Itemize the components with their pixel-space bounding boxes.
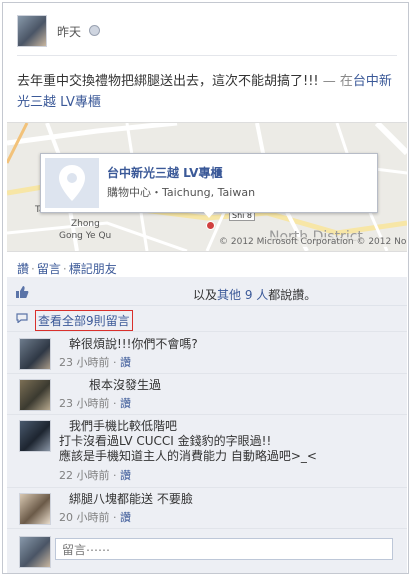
commenter-avatar[interactable] [19,420,51,452]
like-suffix: 都說讚。 [268,288,317,302]
location-prefix: — 在 [318,74,353,89]
comment-line: 我們手機比較低階吧 [69,419,178,433]
comment-text: 幹很煩說!!!你們不會嗎? [59,337,198,352]
place-title[interactable]: 台中新光三越 LV專櫃 [107,164,222,181]
comment-item: 我們手機比較低階吧 打卡沒看過LV CUCCI 金錢豹的字眼過!! 應該是手機知… [7,415,407,488]
comment-text: 我們手機比較低階吧 打卡沒看過LV CUCCI 金錢豹的字眼過!! 應該是手機知… [59,419,317,464]
post-timestamp[interactable]: 昨天 [57,23,81,40]
comment-like-link[interactable]: 讚 [120,511,131,524]
feedback-panel: 以及其他 9 人都說讚。 查看全部9則留言 幹很煩說!!!你們不會嗎? 23 小… [7,277,407,573]
comment-line: 打卡沒看過LV CUCCI 金錢豹的字眼過!! [59,434,272,448]
comment-text: 綁腿八塊都能送 不要臉 [59,492,193,507]
comment-time[interactable]: 23 小時前 [59,356,110,369]
like-summary: 以及其他 9 人都說讚。 [7,281,407,306]
comment-time[interactable]: 23 小時前 [59,397,110,410]
comment-link[interactable]: 留言 [37,262,61,276]
place-popup[interactable]: 台中新光三越 LV專櫃 購物中心・Taichung, Taiwan [40,153,378,213]
comment-input[interactable]: 留言⋯⋯ [55,538,393,560]
thumbs-up-icon [16,286,29,298]
location-map[interactable]: Tai Zhong Gong Ye Qu Shi 8 North Distric… [7,122,407,252]
comment-line: 綁腿八塊都能送 不要臉 [69,492,193,506]
map-pin-icon [45,158,99,208]
like-prefix: 以及 [193,288,218,302]
map-marker[interactable] [206,221,215,230]
like-summary-text: 以及其他 9 人都說讚。 [193,286,316,303]
comment-line: 幹很煩說!!!你們不會嗎? [69,337,198,351]
popup-pointer [202,210,216,218]
view-all-comments-link[interactable]: 查看全部9則留言 [35,310,133,331]
comment-line: 根本沒發生過 [89,378,162,392]
commenter-avatar[interactable] [19,379,51,411]
comment-meta: 23 小時前 · 讚 [59,397,131,410]
map-copyright: © 2012 Microsoft Corporation © 2012 Noki… [219,237,407,247]
comment-composer: 留言⋯⋯ [7,529,407,573]
globe-icon[interactable] [89,25,100,36]
comment-time[interactable]: 22 小時前 [59,469,110,482]
comment-icon [16,313,28,323]
comment-meta: 22 小時前 · 讚 [59,469,131,482]
view-all-row: 查看全部9則留言 [7,307,407,332]
commenter-avatar[interactable] [19,338,51,370]
like-link[interactable]: 讚 [17,262,29,276]
others-link[interactable]: 其他 9 人 [217,288,268,302]
author-avatar[interactable] [17,15,47,47]
post-body: 去年重中交換禮物把綁腿送出去，這次不能胡搞了!!! [17,74,319,89]
map-label-zhong: Zhong [71,219,100,229]
comment-like-link[interactable]: 讚 [120,469,131,482]
header-divider [17,55,397,56]
story-actions: 讚 · 留言 · 標記朋友 [17,262,117,276]
post-message: 去年重中交換禮物把綁腿送出去，這次不能胡搞了!!! — 在台中新光三越 LV專櫃 [17,71,402,113]
story-header: 昨天 [17,15,397,51]
place-subtitle: 購物中心・Taichung, Taiwan [107,186,256,199]
comment-item: 幹很煩說!!!你們不會嗎? 23 小時前 · 讚 [7,333,407,374]
comment-text: 根本沒發生過 [59,378,161,393]
comment-like-link[interactable]: 讚 [120,356,131,369]
feed-story: 昨天 去年重中交換禮物把綁腿送出去，這次不能胡搞了!!! — 在台中新光三越 L… [2,2,409,574]
comment-line: 應該是手機知道主人的消費能力 自動略過吧>_< [59,449,317,463]
comment-meta: 20 小時前 · 讚 [59,511,131,524]
map-label-gongyequ: Gong Ye Qu [59,231,112,241]
comment-like-link[interactable]: 讚 [120,397,131,410]
viewer-avatar [19,536,51,568]
tag-friends-link[interactable]: 標記朋友 [69,262,117,276]
commenter-avatar[interactable] [19,493,51,525]
comment-item: 綁腿八塊都能送 不要臉 20 小時前 · 讚 [7,488,407,529]
comment-time[interactable]: 20 小時前 [59,511,110,524]
comment-item: 根本沒發生過 23 小時前 · 讚 [7,374,407,415]
comment-meta: 23 小時前 · 讚 [59,356,131,369]
